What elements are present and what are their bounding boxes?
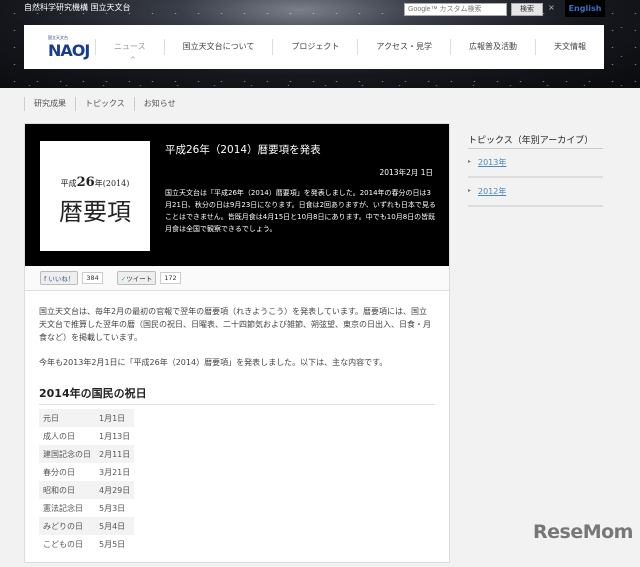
resemom-watermark: ReseMom	[533, 521, 633, 543]
like-label: いいね！	[48, 275, 75, 283]
org-name[interactable]: 自然科学研究機構 国立天文台	[24, 2, 131, 13]
social-bar: f いいね！ 384 ✓ツイート 172	[25, 266, 449, 291]
table-row: 建国記念の日 2月11日	[39, 445, 135, 463]
holiday-name: 昭和の日	[39, 481, 95, 499]
like-count: 384	[82, 272, 103, 284]
subnav-notices[interactable]: お知らせ	[133, 97, 185, 111]
subnav-topics[interactable]: トピックス	[75, 97, 134, 111]
holiday-date: 5月5日	[99, 539, 126, 549]
sub-nav: 研究成果 トピックス お知らせ	[24, 97, 185, 111]
holiday-date: 1月1日	[95, 409, 135, 427]
archive-link-2012[interactable]: 2012年	[468, 182, 603, 207]
table-row: 憲法記念日 5月3日	[39, 499, 134, 517]
holidays-table: 元日 1月1日 成人の日 1月13日 建国記念の日 2月11日 春分の日 3月21日 昭和の日 4…	[39, 409, 135, 553]
nav-news[interactable]: ニュース	[95, 39, 164, 68]
holiday-date: 1月13日	[99, 431, 131, 441]
table-row: みどりの日 5月4日	[39, 517, 135, 535]
holiday-name: 建国記念の日	[39, 445, 95, 463]
sidebar-title: トピックス（年別アーカイブ）	[468, 133, 603, 149]
article-lead: 国立天文台は「平成26年（2014）暦要項」を発表しました。2014年の春分の日…	[165, 189, 436, 233]
holiday-date: 5月4日	[95, 517, 135, 535]
holiday-date: 2月11日	[95, 445, 135, 463]
holidays-heading: 2014年の国民の祝日	[39, 381, 435, 405]
table-row: 昭和の日 4月29日	[39, 481, 135, 499]
tweet-count: 172	[160, 272, 181, 284]
article-card: 平成26年(2014) 暦要項 平成26年（2014）暦要項を発表 2013年2…	[24, 123, 450, 563]
sidebar: トピックス（年別アーカイブ） 2013年 2012年	[468, 133, 603, 211]
archive-link-2013[interactable]: 2013年	[468, 153, 603, 178]
holiday-name: 元日	[39, 409, 95, 427]
facebook-like-button[interactable]: f いいね！	[40, 271, 79, 285]
logo-text: NAOJ	[48, 40, 90, 60]
nav-about[interactable]: 国立天文台について	[163, 39, 273, 55]
header-banner: 自然科学研究機構 国立天文台 検索 × English 国立天文台NAOJ ニュ…	[0, 0, 640, 88]
tweet-button[interactable]: ✓ツイート	[116, 271, 157, 285]
subnav-research[interactable]: 研究成果	[24, 97, 75, 111]
holiday-name: 成人の日	[43, 431, 75, 441]
image-title: 暦要項	[59, 198, 131, 226]
naoj-logo[interactable]: 国立天文台 NAOJ	[24, 35, 95, 60]
table-row: 成人の日 1月13日	[39, 427, 134, 445]
holiday-date: 5月3日	[99, 503, 126, 513]
tweet-label: ツイート	[126, 275, 153, 283]
holiday-name: 春分の日	[43, 467, 75, 477]
nav-outreach[interactable]: 広報普及活動	[450, 39, 535, 55]
holiday-name: こどもの日	[43, 539, 83, 549]
holiday-name: 憲法記念日	[43, 503, 83, 513]
article-date: 2013年2月 1日	[379, 168, 433, 177]
image-text: 平成	[60, 179, 77, 188]
article-hero: 平成26年(2014) 暦要項 平成26年（2014）暦要項を発表 2013年2…	[25, 124, 449, 266]
holiday-name: みどりの日	[39, 517, 95, 535]
nav-astro-info[interactable]: 天文情報	[535, 39, 604, 55]
english-link[interactable]: English	[565, 0, 605, 17]
image-text: 26	[76, 175, 95, 190]
table-row: 春分の日 3月21日	[39, 463, 134, 481]
paragraph: 国立天文台は、毎年2月の最初の官報で翌年の暦要項（れきようこう）を発表しています…	[39, 307, 431, 342]
table-row: こどもの日 5月5日	[39, 535, 134, 553]
article-title: 平成26年（2014）暦要項を発表	[165, 144, 321, 156]
table-row: 元日 1月1日	[39, 409, 135, 427]
clear-search-icon[interactable]: ×	[548, 3, 555, 12]
nav-projects[interactable]: プロジェクト	[272, 39, 357, 55]
holiday-date: 3月21日	[99, 467, 131, 477]
nav-access[interactable]: アクセス・見学	[357, 39, 450, 55]
article-image: 平成26年(2014) 暦要項	[40, 141, 150, 251]
image-text: 年(2014)	[94, 179, 130, 188]
search-input[interactable]	[404, 3, 507, 16]
holiday-date: 4月29日	[95, 481, 135, 499]
main-nav: 国立天文台NAOJ ニュース 国立天文台について プロジェクト アクセス・見学 …	[24, 25, 604, 69]
search-button[interactable]: 検索	[511, 3, 543, 16]
paragraph: 今年も2013年2月1日に「平成26年（2014）暦要項」を発表しました。以下は…	[39, 358, 388, 367]
article-body: 国立天文台は、毎年2月の最初の官報で翌年の暦要項（れきようこう）を発表しています…	[25, 291, 449, 567]
